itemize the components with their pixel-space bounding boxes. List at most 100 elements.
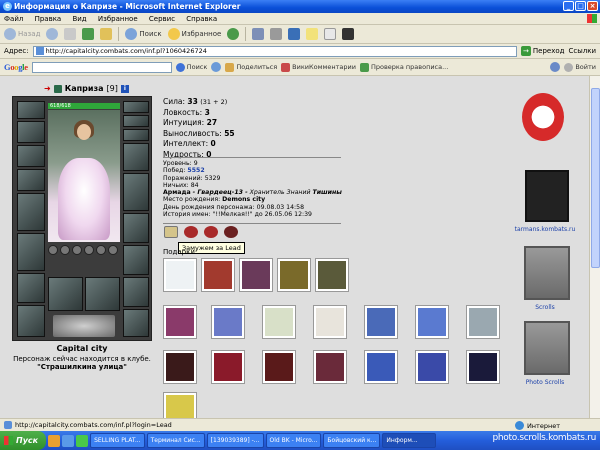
cloak-slot[interactable] bbox=[123, 173, 149, 211]
start-button[interactable]: Пуск bbox=[0, 431, 47, 450]
notes-button[interactable] bbox=[306, 28, 319, 40]
close-button[interactable]: × bbox=[587, 1, 598, 11]
taskbar-item-active[interactable]: Информ... bbox=[382, 433, 437, 448]
gift-item[interactable] bbox=[466, 350, 500, 384]
weapon-slot[interactable] bbox=[17, 169, 45, 191]
favorites-button[interactable]: Избранное bbox=[167, 28, 221, 40]
scrolls-link[interactable]: Scrolls bbox=[510, 304, 580, 311]
scrolls-banner-icon[interactable] bbox=[524, 246, 570, 300]
tarmans-link[interactable]: tarmans.kombats.ru bbox=[510, 226, 580, 233]
offhand-slot[interactable] bbox=[123, 277, 149, 307]
print-button[interactable] bbox=[270, 28, 283, 40]
ring-slot[interactable] bbox=[84, 245, 94, 255]
gift-item[interactable] bbox=[313, 305, 347, 339]
gift-item[interactable] bbox=[315, 258, 349, 292]
skull-banner-icon[interactable] bbox=[525, 170, 569, 222]
gift-item[interactable] bbox=[163, 350, 197, 384]
go-button[interactable]: → Переход bbox=[520, 46, 564, 56]
quicklaunch-icon[interactable] bbox=[62, 434, 75, 447]
gift-item[interactable] bbox=[239, 258, 273, 292]
info-icon[interactable]: i bbox=[120, 84, 129, 93]
spellcheck-button[interactable]: Проверка правописа... bbox=[359, 62, 448, 72]
gift-item[interactable] bbox=[277, 258, 311, 292]
taskbar-item[interactable]: Old BK - Micro... bbox=[265, 433, 322, 448]
rune-slot-1[interactable] bbox=[123, 101, 149, 113]
ring-slot[interactable] bbox=[96, 245, 106, 255]
back-button[interactable]: Назад bbox=[4, 28, 40, 40]
minimize-button[interactable]: _ bbox=[563, 1, 574, 11]
forward-button[interactable] bbox=[46, 28, 59, 40]
menu-view[interactable]: Вид bbox=[72, 15, 86, 23]
ring-slot[interactable] bbox=[48, 245, 58, 255]
gift-item[interactable] bbox=[211, 305, 245, 339]
clan-emblem-icon[interactable] bbox=[522, 93, 564, 141]
rune-slot-3[interactable] bbox=[123, 129, 149, 141]
taskbar-item[interactable]: SELLING PLAT... bbox=[90, 433, 145, 448]
wiki-comments-button[interactable]: ВикиКомментарии bbox=[281, 62, 356, 72]
share-button[interactable]: Поделиться bbox=[225, 62, 277, 72]
menu-file[interactable]: Файл bbox=[4, 15, 23, 23]
menu-favorites[interactable]: Избранное bbox=[98, 15, 138, 23]
refresh-button[interactable] bbox=[82, 28, 95, 40]
menu-edit[interactable]: Правка bbox=[35, 15, 62, 23]
photo-scrolls-banner-icon[interactable] bbox=[524, 321, 570, 375]
links-button[interactable]: Ссылки bbox=[568, 47, 596, 55]
menu-help[interactable]: Справка bbox=[186, 15, 217, 23]
vertical-scrollbar[interactable] bbox=[589, 76, 600, 418]
boots-slot[interactable] bbox=[123, 245, 149, 275]
gift-item[interactable] bbox=[163, 258, 197, 292]
settings-icon[interactable] bbox=[550, 62, 561, 72]
media-button[interactable] bbox=[227, 28, 240, 40]
gift-item[interactable] bbox=[364, 350, 398, 384]
rune-slot-2[interactable] bbox=[123, 115, 149, 127]
gift-item[interactable] bbox=[163, 305, 197, 339]
address-input[interactable]: http://capitalcity.combats.com/inf.pl?10… bbox=[32, 45, 517, 57]
belt-slot[interactable] bbox=[17, 233, 45, 271]
gift-item[interactable] bbox=[415, 350, 449, 384]
helmet-slot[interactable] bbox=[17, 101, 45, 119]
photo-scrolls-link[interactable]: Photo Scrolls bbox=[510, 379, 580, 386]
plus-icon[interactable] bbox=[211, 62, 222, 72]
amulet-slot[interactable] bbox=[17, 145, 45, 167]
gift-item[interactable] bbox=[262, 305, 296, 339]
mail-button[interactable] bbox=[252, 28, 265, 40]
google-search-button[interactable]: Поиск bbox=[175, 62, 207, 72]
extra-slot[interactable] bbox=[123, 309, 149, 337]
armor-slot[interactable] bbox=[17, 193, 45, 231]
home-button[interactable] bbox=[100, 28, 113, 40]
ring-slot[interactable] bbox=[108, 245, 118, 255]
ring-slot[interactable] bbox=[72, 245, 82, 255]
gift-item[interactable] bbox=[364, 305, 398, 339]
login-button[interactable]: Войти bbox=[564, 62, 596, 72]
leggings-slot[interactable] bbox=[123, 213, 149, 243]
maximize-button[interactable]: □ bbox=[575, 1, 586, 11]
ring-slot[interactable] bbox=[60, 245, 70, 255]
clan-icon[interactable] bbox=[53, 84, 62, 93]
potion-slot-1[interactable] bbox=[48, 277, 83, 311]
gift-item[interactable] bbox=[313, 350, 347, 384]
gift-item[interactable] bbox=[415, 305, 449, 339]
gift-item[interactable] bbox=[163, 392, 197, 418]
edit-button[interactable] bbox=[288, 28, 301, 40]
google-search-input[interactable] bbox=[31, 61, 172, 73]
earrings-slot[interactable] bbox=[17, 121, 45, 143]
menu-tools[interactable]: Сервис bbox=[149, 15, 175, 23]
shield-slot[interactable] bbox=[123, 143, 149, 171]
marriage-badge[interactable] bbox=[164, 226, 178, 238]
messenger-button[interactable] bbox=[324, 28, 337, 40]
gloves-slot[interactable] bbox=[17, 305, 45, 337]
taskbar-item[interactable]: Бойцовский к... bbox=[323, 433, 381, 448]
stop-button[interactable] bbox=[64, 28, 77, 40]
gift-item[interactable] bbox=[466, 305, 500, 339]
flower-badge[interactable] bbox=[204, 226, 218, 238]
search-button[interactable]: Поиск bbox=[125, 28, 162, 40]
gift-item[interactable] bbox=[211, 350, 245, 384]
bracers-slot[interactable] bbox=[17, 273, 45, 303]
flower-badge[interactable] bbox=[224, 226, 238, 238]
taskbar-item[interactable]: Терминал Сис... bbox=[146, 433, 205, 448]
gift-item[interactable] bbox=[201, 258, 235, 292]
gift-item[interactable] bbox=[262, 350, 296, 384]
quicklaunch-icon[interactable] bbox=[76, 434, 89, 447]
potion-slot-2[interactable] bbox=[85, 277, 120, 311]
flower-badge[interactable] bbox=[184, 226, 198, 238]
